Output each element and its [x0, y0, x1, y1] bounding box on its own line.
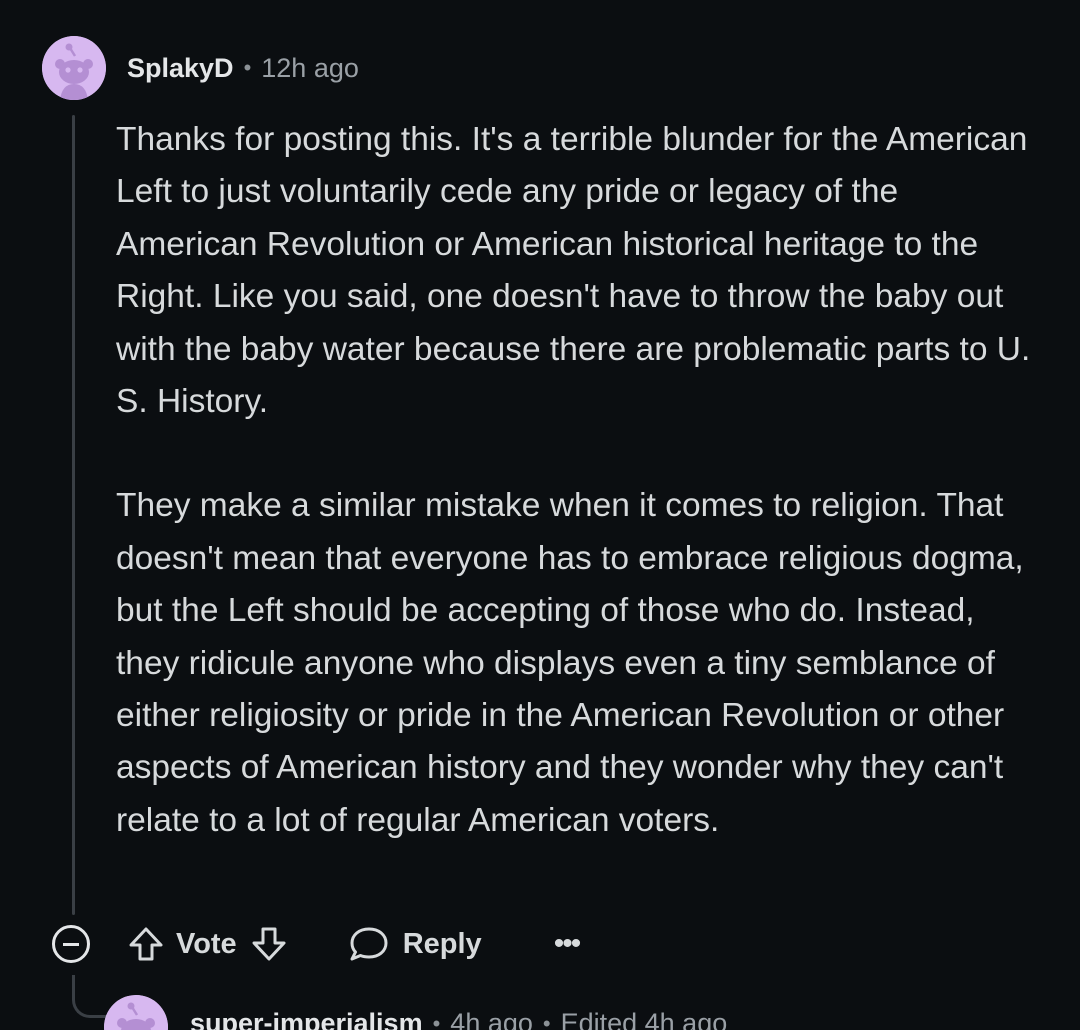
minus-glyph [63, 942, 79, 946]
comment-paragraph: They make a similar mistake when it come… [116, 487, 1024, 839]
username[interactable]: SplakyD [127, 53, 234, 84]
reply-timestamp: 4h ago [450, 1008, 533, 1030]
snoo-avatar-icon [104, 995, 168, 1030]
meta-separator: • [542, 1010, 551, 1030]
vote-label: Vote [176, 927, 237, 960]
reply-username[interactable]: super-imperialism [190, 1008, 423, 1030]
more-dots-icon[interactable]: ••• [554, 927, 581, 961]
avatar[interactable] [42, 36, 106, 100]
comment-header: SplakyD • 12h ago [127, 48, 359, 88]
vote-group: Vote [126, 924, 289, 964]
comment-body: Thanks for posting this. It's a terrible… [116, 114, 1036, 847]
reply-edited: Edited 4h ago [560, 1008, 728, 1030]
arrow-up-icon[interactable] [126, 924, 166, 964]
child-thread-connector [72, 975, 109, 1018]
comment-paragraph: Thanks for posting this. It's a terrible… [116, 121, 1031, 421]
reply-label: Reply [402, 927, 482, 960]
collapse-minus-icon[interactable] [52, 925, 90, 963]
reply-button[interactable]: Reply [347, 924, 482, 964]
meta-separator: • [243, 55, 252, 80]
thread-line[interactable] [72, 115, 75, 915]
reply-avatar[interactable] [104, 995, 168, 1030]
meta-separator: • [432, 1010, 441, 1030]
arrow-down-icon[interactable] [249, 924, 289, 964]
comment-actions: Vote Reply ••• [52, 920, 581, 968]
timestamp: 12h ago [261, 52, 359, 83]
comment-thread: SplakyD • 12h ago Thanks for posting thi… [0, 0, 1080, 1030]
snoo-avatar-icon [42, 36, 106, 100]
reply-header: super-imperialism • 4h ago • Edited 4h a… [190, 1008, 727, 1030]
speech-bubble-icon [347, 924, 391, 964]
